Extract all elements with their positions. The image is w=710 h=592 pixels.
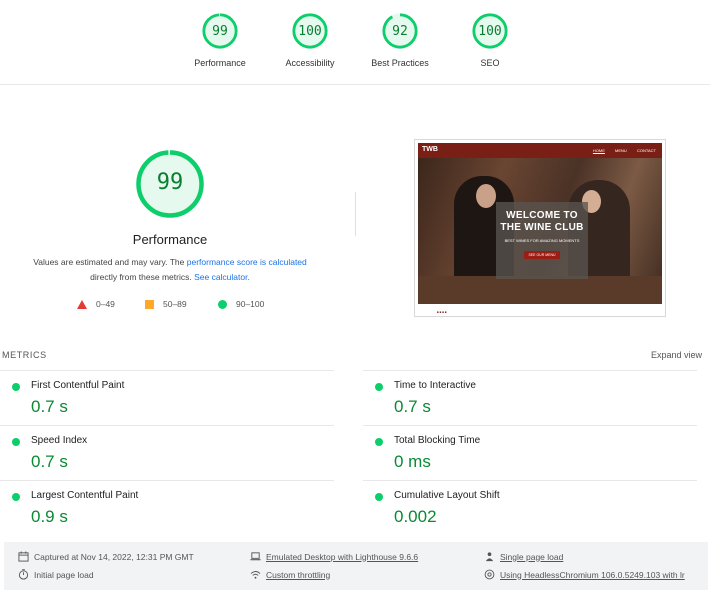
gauge-accessibility[interactable]: 100 Accessibility <box>265 12 355 68</box>
pass-circle-icon <box>12 438 20 446</box>
metrics-title: METRICS <box>2 350 47 360</box>
pass-circle-icon <box>12 383 20 391</box>
final-screenshot[interactable]: TWB HOME MENU CONTACT WELCOME TO THE WIN… <box>414 139 666 317</box>
thumb-nav-links: HOME MENU CONTACT <box>584 148 656 153</box>
single-page-load[interactable]: Single page load <box>484 551 563 562</box>
triangle-icon <box>77 299 87 309</box>
gauge-performance[interactable]: 99 Performance <box>175 12 265 68</box>
legend-average: 50–89 <box>145 299 187 309</box>
metric-label: Largest Contentful Paint <box>31 490 139 501</box>
custom-throttling[interactable]: Custom throttling <box>250 569 330 580</box>
metric-label: Cumulative Layout Shift <box>394 490 500 501</box>
custom-throttling-text[interactable]: Custom throttling <box>266 570 330 580</box>
person-icon <box>485 552 494 562</box>
thumb-tagline: BEST WINES FOR AMAZING MOMENTS <box>504 238 580 243</box>
metric-value: 0.7 s <box>31 397 68 416</box>
emulated-device[interactable]: Emulated Desktop with Lighthouse 9.6.6 <box>250 551 418 562</box>
single-page-load-text[interactable]: Single page load <box>500 552 563 562</box>
performance-title: Performance <box>132 232 208 247</box>
metric-total-blocking-time: Total Blocking Time 0 ms <box>363 425 697 481</box>
square-icon <box>145 299 154 309</box>
thumb-nav-home: HOME <box>592 148 605 153</box>
see-calculator-link[interactable]: See calculator. <box>194 272 250 282</box>
metric-first-contentful-paint: First Contentful Paint 0.7 s <box>0 370 334 426</box>
circle-icon <box>218 299 227 309</box>
metric-value: 0 ms <box>394 452 431 471</box>
metrics-header: METRICS Expand view <box>0 350 710 366</box>
initial-page-load: Initial page load <box>18 569 94 580</box>
emulated-device-text[interactable]: Emulated Desktop with Lighthouse 9.6.6 <box>266 552 418 562</box>
metric-time-to-interactive: Time to Interactive 0.7 s <box>363 370 697 426</box>
thumb-headline-line1: WELCOME TO <box>506 210 578 221</box>
performance-description: Values are estimated and may vary. The p… <box>20 255 320 285</box>
laptop-icon <box>250 552 261 561</box>
divider <box>355 192 356 236</box>
thumb-hero-image: WELCOME TO THE WINE CLUB BEST WINES FOR … <box>418 158 662 304</box>
metric-largest-contentful-paint: Largest Contentful Paint 0.9 s <box>0 480 334 536</box>
metric-value: 0.002 <box>394 507 437 526</box>
performance-score: 99 <box>156 170 184 195</box>
pass-circle-icon <box>375 493 383 501</box>
captured-at: Captured at Nov 14, 2022, 12:31 PM GMT <box>18 551 194 562</box>
thumb-headline: WELCOME TO THE WINE CLUB <box>496 210 588 234</box>
pass-circle-icon <box>375 383 383 391</box>
legend-pass: 90–100 <box>218 299 264 309</box>
thumb-table <box>418 276 662 304</box>
legend-pass-label: 90–100 <box>236 299 265 309</box>
metric-label: Total Blocking Time <box>394 435 481 446</box>
gauge-score: 100 <box>298 24 322 39</box>
thumb-hero-overlay: WELCOME TO THE WINE CLUB BEST WINES FOR … <box>496 202 588 279</box>
gauge-score: 100 <box>478 24 502 39</box>
score-legend: 0–49 50–89 90–100 <box>73 299 293 313</box>
gauge-best-practices[interactable]: 92 Best Practices <box>355 12 445 68</box>
thumb-brand: TWB <box>422 146 438 153</box>
browser-version-text[interactable]: Using HeadlessChromium 106.0.5249.103 wi… <box>500 570 685 580</box>
metric-value: 0.9 s <box>31 507 68 526</box>
timer-icon <box>18 569 29 580</box>
legend-average-label: 50–89 <box>163 299 187 309</box>
gauge-seo[interactable]: 100 SEO <box>445 12 535 68</box>
category-gauges: 99 Performance 100 Accessibility 92 Best… <box>0 0 710 85</box>
performance-summary: 99 Performance Values are estimated and … <box>20 148 320 285</box>
thumb-headline-line2: THE WINE CLUB <box>500 222 584 233</box>
legend-fail: 0–49 <box>77 299 115 309</box>
metric-cumulative-layout-shift: Cumulative Layout Shift 0.002 <box>363 480 697 536</box>
thumb-footer-strip: ■ ■ ■ ■ <box>437 310 447 314</box>
metric-value: 0.7 s <box>31 452 68 471</box>
performance-score-link[interactable]: performance score is calculated <box>187 257 307 267</box>
captured-at-text: Captured at Nov 14, 2022, 12:31 PM GMT <box>34 551 194 562</box>
browser-version[interactable]: Using HeadlessChromium 106.0.5249.103 wi… <box>484 569 685 580</box>
pass-circle-icon <box>375 438 383 446</box>
chrome-icon <box>484 569 495 580</box>
metric-value: 0.7 s <box>394 397 431 416</box>
gauge-label: Best Practices <box>371 58 429 68</box>
desc-text-1: Values are estimated and may vary. The <box>33 257 187 267</box>
thumb-nav-menu: MENU <box>615 148 627 153</box>
gauge-score: 92 <box>392 24 408 39</box>
wifi-icon <box>250 571 261 579</box>
legend-fail-label: 0–49 <box>96 299 115 309</box>
performance-big-gauge: 99 <box>134 148 206 220</box>
gauge-label: Accessibility <box>285 58 335 68</box>
calendar-icon <box>18 551 29 562</box>
metric-label: Speed Index <box>31 435 88 446</box>
initial-page-load-text: Initial page load <box>34 569 94 580</box>
runtime-settings: Captured at Nov 14, 2022, 12:31 PM GMT I… <box>4 542 708 590</box>
metric-label: First Contentful Paint <box>31 380 125 391</box>
thumb-nav-contact: CONTACT <box>636 148 656 153</box>
gauge-score: 99 <box>212 24 228 39</box>
thumb-cta-button: SEE OUR MENU <box>524 251 560 259</box>
metric-label: Time to Interactive <box>394 380 476 391</box>
expand-view-toggle[interactable]: Expand view <box>651 350 702 360</box>
pass-circle-icon <box>12 493 20 501</box>
metric-speed-index: Speed Index 0.7 s <box>0 425 334 481</box>
gauge-label: Performance <box>194 58 246 68</box>
thumb-navbar: TWB HOME MENU CONTACT <box>418 143 662 158</box>
desc-text-2: directly from these metrics. <box>90 272 195 282</box>
gauge-label: SEO <box>480 58 500 68</box>
